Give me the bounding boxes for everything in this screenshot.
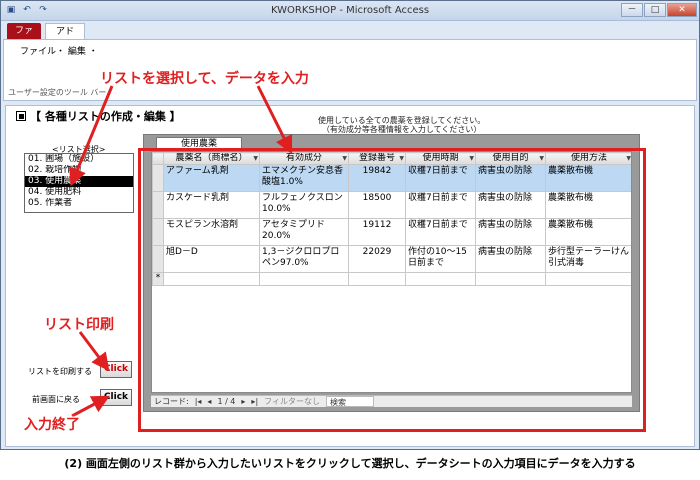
notice-line-1: 使用している全ての農薬を登録してください。 — [318, 116, 486, 125]
tab-addin[interactable]: アドイン — [45, 23, 85, 53]
list-item[interactable]: 01. 圃場（施設） — [25, 154, 133, 165]
print-list-button[interactable]: Click — [100, 361, 132, 378]
minimize-button[interactable]: － — [621, 3, 643, 17]
callout-print-list: リスト印刷 — [44, 317, 114, 333]
list-item[interactable]: 04. 使用肥料 — [25, 187, 133, 198]
window-controls: － □ ✕ — [621, 3, 697, 17]
window-title: KWORKSHOP - Microsoft Access — [270, 5, 430, 16]
form-header: 【 各種リストの作成・編集 】 — [16, 108, 181, 124]
back-button[interactable]: Click — [100, 389, 132, 406]
maximize-button[interactable]: □ — [644, 3, 666, 17]
form-notice: 使用している全ての農薬を登録してください。 （有効成分等各種情報を入力してくださ… — [318, 116, 485, 134]
back-label: 前画面に戻る — [32, 395, 80, 404]
ribbon-menu[interactable]: ファイル・ 編集 ・ — [20, 44, 98, 57]
ribbon-group-label: ユーザー設定のツール バー — [8, 88, 107, 97]
print-label: リストを印刷する — [28, 367, 92, 376]
form-icon — [16, 111, 26, 121]
list-item[interactable]: 05. 作業者 — [25, 198, 133, 209]
datasheet-highlight-box — [138, 148, 646, 432]
callout-end-input: 入力終了 — [24, 417, 80, 433]
title-bar: ▣ ↶ ↷ KWORKSHOP - Microsoft Access － □ ✕ — [1, 1, 699, 21]
callout-select-list: リストを選択して、データを入力 — [100, 71, 309, 87]
ribbon-tabs: ファイル アドイン — [1, 21, 699, 53]
list-item-selected[interactable]: 03. 使用農薬 — [25, 176, 133, 187]
figure-caption: (2) 画面左側のリスト群から入力したいリストをクリックして選択し、データシート… — [64, 457, 636, 470]
list-item[interactable]: 02. 栽培作物 — [25, 165, 133, 176]
close-button[interactable]: ✕ — [667, 3, 697, 17]
notice-line-2: （有効成分等各種情報を入力してください） — [321, 125, 482, 134]
list-selector[interactable]: 01. 圃場（施設） 02. 栽培作物 03. 使用農薬 04. 使用肥料 05… — [24, 153, 134, 213]
form-title: 【 各種リストの作成・編集 】 — [30, 110, 181, 123]
tab-file[interactable]: ファイル — [7, 23, 41, 52]
